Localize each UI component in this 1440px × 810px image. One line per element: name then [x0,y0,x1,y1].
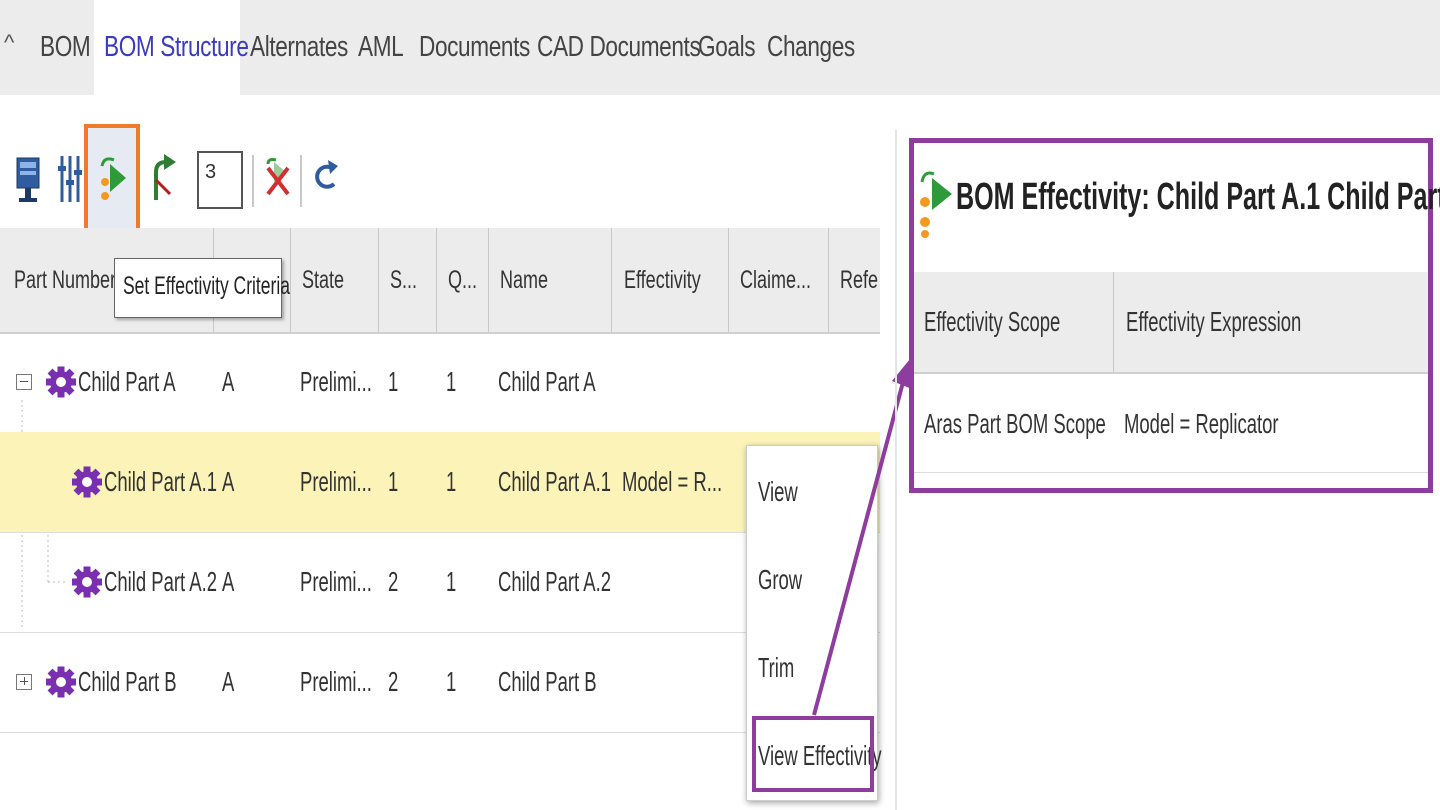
column-separator [436,228,437,332]
column-separator [488,228,489,332]
quantity-cell: 1 [446,566,457,597]
column-separator [728,228,729,332]
quantity-cell: 1 [446,366,457,397]
quantity-cell: 1 [446,666,457,697]
column-quantity[interactable]: Q... [448,228,477,332]
effectivity-scope-cell: Aras Part BOM Scope [924,408,1106,439]
tab-bom-structure[interactable]: BOM Structure [104,0,249,95]
tab-documents[interactable]: Documents [419,0,530,95]
name-cell: Child Part B [498,666,597,697]
monitor-icon[interactable] [14,150,42,210]
expand-icon[interactable] [16,674,32,690]
name-cell: Child Part A [498,366,596,397]
bom-effectivity-icon [920,171,952,238]
tab-alternates[interactable]: Alternates [250,0,348,95]
menu-item-grow[interactable]: Grow [758,564,802,596]
annotation-arrow [812,359,912,716]
sequence-cell: 1 [388,466,399,497]
menu-item-view[interactable]: View [758,476,798,508]
branch-arrows-icon[interactable] [148,150,178,210]
column-separator [828,228,829,332]
revision-cell: A [222,666,235,697]
levels-input[interactable]: 3 [197,151,243,209]
tab-bom[interactable]: BOM [40,0,91,95]
column-effectivity[interactable]: Effectivity [624,228,701,332]
column-separator [1113,272,1114,372]
view-effectivity-highlight [752,716,874,792]
column-part-number[interactable]: Part Number [14,228,116,332]
columns-filter-icon[interactable] [56,150,84,210]
effectivity-expression-cell: Model = Replicator [1124,408,1279,439]
quantity-cell: 1 [446,466,457,497]
column-separator [611,228,612,332]
part-number-cell: Child Part A [78,366,176,397]
sequence-cell: 1 [388,366,399,397]
sequence-cell: 2 [388,566,399,597]
collapse-row-icon[interactable] [16,374,32,390]
part-gear-icon [46,666,76,698]
tab-goals[interactable]: Goals [698,0,756,95]
menu-item-trim[interactable]: Trim [758,652,794,684]
tab-changes[interactable]: Changes [767,0,855,95]
column-state[interactable]: State [302,228,344,332]
state-cell: Prelimi... [300,666,372,697]
part-number-cell: Child Part A.2 [104,566,217,597]
name-cell: Child Part A.1 [498,466,611,497]
name-cell: Child Part A.2 [498,566,611,597]
column-separator [378,228,379,332]
tab-cad-documents[interactable]: CAD Documents [537,0,701,95]
clear-effectivity-icon[interactable] [262,150,294,210]
state-cell: Prelimi... [300,466,372,497]
column-claimed[interactable]: Claime... [740,228,811,332]
panel-splitter[interactable] [895,130,897,810]
column-effectivity-scope[interactable]: Effectivity Scope [924,272,1060,372]
state-cell: Prelimi... [300,566,372,597]
part-gear-icon [72,566,102,598]
panel-title: BOM Effectivity: Child Part A.1 Child Pa… [956,176,1440,218]
column-reference[interactable]: Refer [840,228,879,332]
part-number-cell: Child Part A.1 [104,466,217,497]
part-number-cell: Child Part B [78,666,177,697]
part-gear-icon [72,466,102,498]
column-name[interactable]: Name [500,228,548,332]
set-effectivity-icon[interactable] [96,150,132,210]
revision-cell: A [222,366,235,397]
row-divider [914,472,1428,473]
tooltip-text: Set Effectivity Criteria [123,272,290,300]
toolbar-separator [300,155,302,207]
sequence-cell: 2 [388,666,399,697]
part-gear-icon [46,366,76,398]
tab-aml[interactable]: AML [358,0,404,95]
refresh-icon[interactable] [310,150,340,210]
column-effectivity-expression[interactable]: Effectivity Expression [1126,272,1301,372]
revision-cell: A [222,466,235,497]
collapse-icon[interactable]: ^ [4,30,14,56]
revision-cell: A [222,566,235,597]
column-sequence[interactable]: S... [390,228,417,332]
toolbar-separator [252,155,254,207]
tooltip: Set Effectivity Criteria [114,258,290,318]
effectivity-cell: Model = R... [622,466,723,497]
state-cell: Prelimi... [300,366,372,397]
